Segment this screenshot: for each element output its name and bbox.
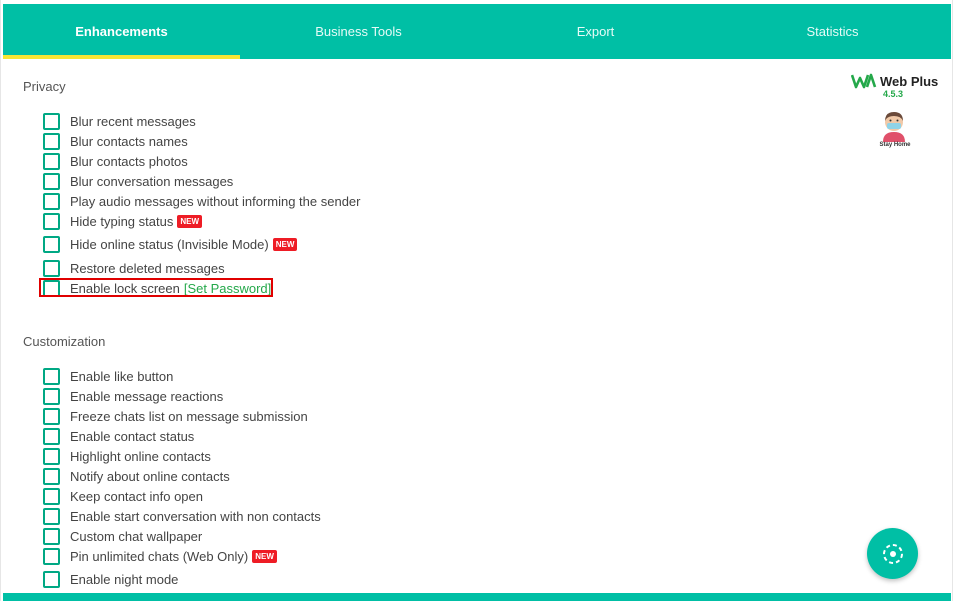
checkbox[interactable]	[43, 527, 60, 545]
checkbox[interactable]	[43, 212, 60, 230]
tab-bar: Enhancements Business Tools Export Stati…	[3, 4, 951, 59]
option-blur-contacts-photos[interactable]: Blur contacts photos	[43, 152, 188, 170]
option-play-audio-secretly[interactable]: Play audio messages without informing th…	[43, 192, 361, 210]
settings-window: Enhancements Business Tools Export Stati…	[0, 0, 953, 601]
option-enable-night-mode[interactable]: Enable night mode	[43, 570, 178, 588]
option-custom-chat-wallpaper[interactable]: Custom chat wallpaper	[43, 527, 202, 545]
checkbox[interactable]	[43, 172, 60, 190]
option-highlight-online-contacts[interactable]: Highlight online contacts	[43, 447, 211, 465]
tab-statistics[interactable]: Statistics	[714, 4, 951, 59]
option-blur-contacts-names[interactable]: Blur contacts names	[43, 132, 188, 150]
new-badge: NEW	[177, 214, 203, 228]
option-label: Restore deleted messages	[70, 260, 225, 276]
checkbox[interactable]	[43, 192, 60, 210]
option-freeze-chats-list[interactable]: Freeze chats list on message submission	[43, 407, 308, 425]
checkbox[interactable]	[43, 547, 60, 565]
option-notify-online-contacts[interactable]: Notify about online contacts	[43, 467, 230, 485]
option-label: Play audio messages without informing th…	[70, 193, 361, 209]
floating-action-button[interactable]	[867, 528, 918, 579]
masked-person-icon	[883, 112, 905, 142]
checkbox[interactable]	[43, 407, 60, 425]
checkbox[interactable]	[43, 367, 60, 385]
option-enable-contact-status[interactable]: Enable contact status	[43, 427, 194, 445]
option-hide-online-status[interactable]: Hide online status (Invisible Mode) NEW	[43, 235, 298, 253]
option-label: Blur conversation messages	[70, 173, 234, 189]
checkbox[interactable]	[43, 152, 60, 170]
option-label: Freeze chats list on message submission	[70, 408, 308, 424]
option-label: Notify about online contacts	[70, 468, 230, 484]
checkbox[interactable]	[43, 387, 60, 405]
enhancements-panel: Privacy Blur recent messages Blur contac…	[3, 59, 951, 593]
option-label: Hide online status (Invisible Mode)	[70, 236, 269, 252]
option-label: Enable contact status	[70, 428, 195, 444]
option-enable-message-reactions[interactable]: Enable message reactions	[43, 387, 223, 405]
checkbox[interactable]	[43, 507, 60, 525]
option-hide-typing-status[interactable]: Hide typing status NEW	[43, 212, 203, 230]
option-label: Enable like button	[70, 368, 174, 384]
lock-screen-highlight-box	[39, 278, 273, 297]
option-label: Pin unlimited chats (Web Only)	[70, 548, 249, 564]
option-keep-contact-info-open[interactable]: Keep contact info open	[43, 487, 203, 505]
brand-version: 4.5.3	[883, 89, 904, 99]
option-label: Enable message reactions	[70, 388, 224, 404]
tab-business-tools[interactable]: Business Tools	[240, 4, 477, 59]
tab-export[interactable]: Export	[477, 4, 714, 59]
option-blur-conversation-messages[interactable]: Blur conversation messages	[43, 172, 233, 190]
customization-heading: Customization	[23, 334, 106, 349]
option-label: Enable start conversation with non conta…	[70, 508, 321, 524]
option-blur-recent-messages[interactable]: Blur recent messages	[43, 112, 196, 130]
checkbox[interactable]	[43, 259, 60, 277]
new-badge: NEW	[272, 237, 298, 251]
new-badge: NEW	[252, 549, 277, 563]
option-label: Blur contacts names	[70, 133, 188, 149]
privacy-heading: Privacy	[23, 79, 66, 94]
option-label: Hide typing status	[70, 213, 174, 229]
checkbox[interactable]	[43, 570, 60, 588]
checkbox[interactable]	[43, 487, 60, 505]
target-icon	[882, 543, 903, 564]
checkbox[interactable]	[43, 112, 60, 130]
brand-name: Web Plus	[880, 73, 939, 89]
option-label: Blur contacts photos	[70, 153, 188, 169]
brand-logo: Web Plus	[851, 73, 941, 89]
option-label: Highlight online contacts	[70, 448, 211, 464]
wa-logo-icon	[851, 73, 877, 89]
tab-enhancements[interactable]: Enhancements	[3, 4, 240, 59]
option-start-conversation-non-contacts[interactable]: Enable start conversation with non conta…	[43, 507, 321, 525]
checkbox[interactable]	[43, 132, 60, 150]
stay-home-caption: Stay Home	[879, 142, 911, 148]
checkbox[interactable]	[43, 427, 60, 445]
option-pin-unlimited-chats[interactable]: Pin unlimited chats (Web Only) NEW	[43, 547, 277, 565]
option-label: Keep contact info open	[70, 488, 203, 504]
checkbox[interactable]	[43, 235, 60, 253]
option-label: Enable night mode	[70, 571, 179, 587]
option-label: Custom chat wallpaper	[70, 528, 203, 544]
checkbox[interactable]	[43, 447, 60, 465]
option-label: Blur recent messages	[70, 113, 196, 129]
option-restore-deleted-messages[interactable]: Restore deleted messages	[43, 259, 225, 277]
bottom-bar	[3, 593, 951, 601]
checkbox[interactable]	[43, 467, 60, 485]
option-enable-like-button[interactable]: Enable like button	[43, 367, 173, 385]
